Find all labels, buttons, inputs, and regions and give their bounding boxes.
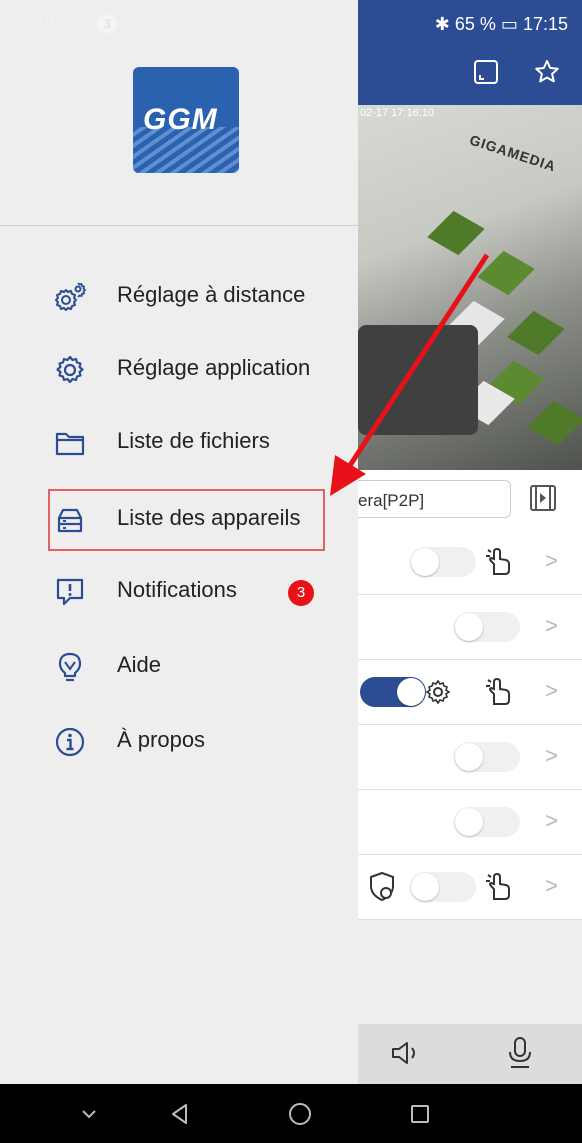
speaker-icon[interactable] (390, 1038, 424, 1068)
shield-gear-icon[interactable] (364, 869, 400, 905)
toggle-switch[interactable] (454, 742, 520, 772)
chevron-right-icon[interactable]: > (545, 873, 558, 899)
logo-text: GGM (143, 103, 218, 136)
network-speed: 145K/s (35, 12, 92, 32)
info-icon (55, 727, 85, 757)
star-icon[interactable] (533, 58, 561, 86)
system-nav-bar (0, 1084, 582, 1143)
bottom-control-bar (358, 1024, 582, 1084)
sofa (358, 325, 478, 435)
feature-row[interactable]: > (358, 530, 582, 595)
menu-item-label: Notifications (117, 577, 237, 602)
folder-icon (55, 432, 85, 456)
chevron-right-icon[interactable]: > (545, 808, 558, 834)
toggle-switch[interactable] (410, 872, 476, 902)
status-right: ✱ 65 % ▭ 17:15 (435, 14, 568, 35)
hand-tap-icon[interactable] (480, 544, 516, 580)
camera-name: era[P2P] (358, 491, 425, 510)
video-timestamp: 02-17 17:16:10 (360, 107, 435, 119)
menu-item-app-settings[interactable]: Réglage application (0, 339, 358, 399)
status-left: 4G 145K/s 3 (14, 12, 118, 33)
gear-icon (56, 355, 84, 384)
chevron-right-icon[interactable]: > (545, 678, 558, 704)
feature-row[interactable]: > (358, 790, 582, 855)
menu-item-label: Aide (117, 652, 162, 677)
toggle-switch[interactable] (410, 547, 476, 577)
back-icon[interactable] (165, 1099, 195, 1129)
menu-item-label: Réglage application (117, 355, 311, 380)
clock: 17:15 (522, 14, 568, 34)
highlight-box (48, 489, 325, 551)
menu-item-notifications[interactable]: Notifications 3 (0, 561, 358, 621)
network-type: 4G (14, 20, 28, 31)
camera-video-feed[interactable]: 02-17 17:16:10 GIGAMEDIA (358, 105, 582, 470)
feature-row[interactable]: > (358, 595, 582, 660)
menu-item-file-list[interactable]: Liste de fichiers (0, 412, 358, 472)
menu-item-label: Liste de fichiers (117, 428, 270, 453)
chevron-right-icon[interactable]: > (545, 548, 558, 574)
toggle-switch[interactable] (454, 612, 520, 642)
chevron-right-icon[interactable]: > (545, 613, 558, 639)
alert-icon (56, 578, 84, 606)
menu-item-label: À propos (117, 727, 206, 752)
playback-film-icon[interactable] (528, 483, 558, 513)
recent-apps-icon[interactable] (405, 1099, 435, 1129)
feature-row[interactable]: > (358, 725, 582, 790)
menu-item-about[interactable]: À propos (0, 711, 358, 771)
feature-list: > > > > > > (358, 530, 582, 920)
menu-item-help[interactable]: Aide (0, 636, 358, 696)
ggm-logo: GGM (133, 67, 239, 173)
hand-tap-icon[interactable] (480, 674, 516, 710)
gears-icon (55, 282, 86, 311)
notification-badge: 3 (288, 580, 314, 606)
drawer-divider (0, 225, 358, 226)
menu-item-label: Réglage à distance (117, 282, 306, 307)
microphone-icon[interactable] (506, 1036, 534, 1070)
home-icon[interactable] (285, 1099, 315, 1129)
bluetooth-icon: ✱ (434, 14, 450, 34)
chevron-right-icon[interactable]: > (545, 743, 558, 769)
camera-name-field[interactable]: era[P2P] (358, 480, 511, 518)
feature-row[interactable]: > (358, 660, 582, 725)
status-notification-count: 3 (97, 15, 118, 33)
hand-tap-icon[interactable] (480, 869, 516, 905)
fullscreen-icon[interactable] (472, 58, 500, 86)
battery-icon: ▭ (500, 14, 518, 34)
toggle-switch[interactable] (454, 807, 520, 837)
bulb-icon (58, 652, 82, 682)
feature-row[interactable]: > (358, 855, 582, 920)
chevron-down-icon[interactable] (74, 1099, 104, 1129)
menu-item-remote-settings[interactable]: Réglage à distance (0, 266, 358, 326)
status-bar: 4G 145K/s 3 ✱ 65 % ▭ 17:15 (0, 0, 582, 50)
gear-icon[interactable] (424, 678, 452, 706)
battery-percent: 65 % (454, 14, 496, 34)
toggle-switch[interactable] (360, 677, 426, 707)
